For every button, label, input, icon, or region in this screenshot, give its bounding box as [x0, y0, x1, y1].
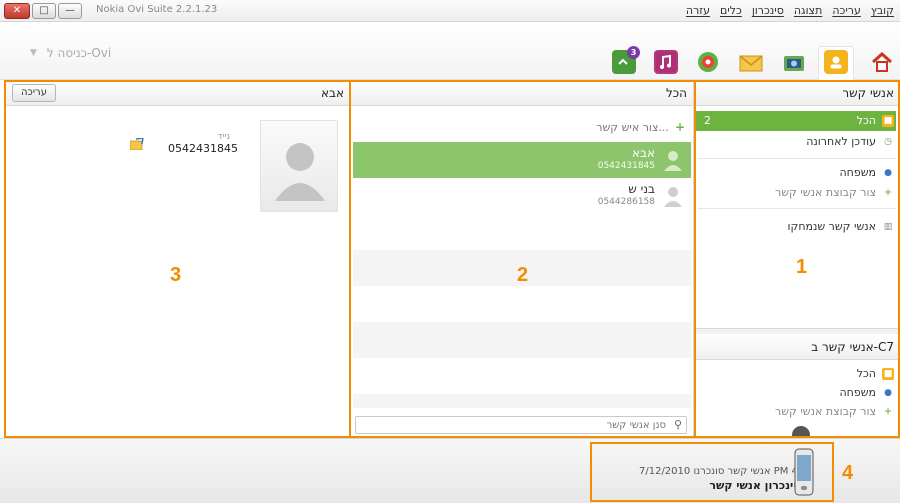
new-contact-label: צור איש קשר... — [596, 120, 669, 134]
empty-row — [353, 394, 691, 408]
contact-row[interactable]: אבא 0542431845 — [353, 142, 691, 178]
menu-edit[interactable]: עריכה — [832, 4, 861, 17]
nav-item-deleted[interactable]: ▥ אנשי קשר שנמחקו — [696, 217, 896, 237]
menu-file[interactable]: קובץ — [871, 4, 894, 17]
nav-item-label: עודכן לאחרונה — [806, 135, 876, 148]
title-bar: ✕ □ — Nokia Ovi Suite 2.2.1.23 קובץ עריכ… — [0, 0, 900, 22]
edit-button[interactable]: עריכה — [12, 84, 56, 102]
nav-item-recent[interactable]: ◷ עודכן לאחרונה — [696, 132, 896, 152]
ovi-login[interactable]: ▼ כניסה ל-Ovi — [30, 46, 111, 60]
maps-icon[interactable] — [696, 50, 720, 74]
menu-help[interactable]: עזרה — [686, 4, 710, 17]
divider — [698, 208, 896, 209]
menu-sync[interactable]: סינכרון — [752, 4, 784, 17]
scroll-down-icon[interactable] — [792, 426, 810, 436]
phone-number[interactable]: 0542431845 — [168, 142, 238, 155]
device-item-all[interactable]: ■ הכל — [696, 364, 896, 384]
music-icon[interactable] — [654, 50, 678, 74]
contacts-nav-panel: אנשי קשר ■ הכל 2 ◷ עודכן לאחרונה ● משפחה… — [694, 80, 900, 438]
contacts-icon: ■ — [882, 368, 894, 380]
nav-item-label: הכל — [856, 367, 876, 380]
device-item-family[interactable]: ● משפחה — [696, 383, 896, 403]
device-header: אנשי קשר ב-C7 — [694, 334, 900, 360]
contact-name: אבא — [632, 146, 655, 160]
nav-item-label: צור קבוצת אנשי קשר — [775, 186, 876, 199]
nav-item-label: הכל — [856, 114, 876, 127]
contact-name: בני ש — [628, 182, 655, 196]
filter-contacts-field[interactable]: ⚲ — [355, 416, 687, 434]
group-icon: ● — [884, 388, 892, 398]
home-icon[interactable] — [870, 50, 894, 74]
app-title: Nokia Ovi Suite 2.2.1.23 — [96, 4, 218, 15]
plus-icon: + — [674, 120, 685, 134]
create-group-button[interactable]: + צור קבוצת אנשי קשר — [696, 183, 896, 203]
list-header: הכל — [351, 80, 693, 106]
login-label: כניסה ל-Ovi — [46, 46, 112, 60]
updates-icon[interactable]: 3 — [612, 46, 640, 74]
annotation-3: 3 — [170, 264, 182, 286]
nav-item-count: 2 — [704, 114, 711, 127]
contacts-icon: ■ — [882, 115, 894, 127]
toolbar: ▼ כניסה ל-Ovi 3 — [0, 22, 900, 80]
nav-item-label: משפחה — [839, 386, 876, 399]
filter-contacts-input[interactable] — [356, 417, 686, 433]
search-icon: ⚲ — [673, 418, 682, 431]
divider — [698, 158, 896, 159]
contact-phone: 0542431845 — [597, 161, 655, 171]
group-icon: ● — [884, 168, 892, 178]
contact-phone: 0544286158 — [597, 197, 655, 207]
contact-row[interactable]: בני ש 0544286158 — [353, 178, 691, 214]
avatar — [275, 143, 325, 201]
nav-item-family[interactable]: ● משפחה — [696, 163, 896, 183]
empty-row — [353, 322, 691, 358]
device-create-group-button[interactable]: + צור קבוצת אנשי קשר — [696, 402, 896, 422]
close-button[interactable]: ✕ — [4, 3, 30, 19]
avatar — [664, 151, 682, 171]
contact-list-panel: הכל צור איש קשר... + אבא 0542431845 בני … — [350, 80, 694, 438]
nav-header: אנשי קשר — [694, 80, 900, 106]
sync-contacts-label: סינכרון אנשי קשר — [709, 479, 801, 492]
send-message-icon[interactable] — [130, 138, 144, 150]
trash-icon: ▥ — [883, 222, 893, 232]
photos-icon[interactable] — [782, 50, 806, 74]
minimize-button[interactable]: — — [58, 3, 82, 19]
contact-detail-panel: אבא עריכה נייד 0542431845 3 — [4, 80, 350, 438]
phone-device-icon — [794, 448, 814, 496]
nav-item-label: אנשי קשר שנמחקו — [787, 220, 876, 233]
new-contact-button[interactable]: צור איש קשר... + — [596, 120, 685, 134]
menu-bar: קובץ עריכה תצוגה סינכרון כלים עזרה — [686, 4, 894, 17]
nav-item-all[interactable]: ■ הכל 2 — [696, 111, 896, 131]
nav-item-label: משפחה — [839, 166, 876, 179]
avatar — [664, 187, 682, 207]
maximize-button[interactable]: □ — [32, 3, 56, 19]
plus-icon: + — [884, 188, 892, 198]
chevron-down-icon: ▼ — [30, 48, 37, 58]
menu-tools[interactable]: כלים — [720, 4, 742, 17]
phone-type-label: נייד — [217, 132, 230, 142]
annotation-1: 1 — [796, 256, 808, 278]
contact-photo — [260, 120, 338, 212]
annotation-4: 4 — [842, 462, 854, 484]
annotation-2: 2 — [517, 264, 529, 286]
sync-status: אנשי קשר סונכרנו 7/12/2010 PM 4:46 — [638, 466, 814, 477]
contacts-icon[interactable] — [824, 50, 848, 74]
nav-item-label: צור קבוצת אנשי קשר — [775, 405, 876, 418]
clock-icon: ◷ — [884, 137, 892, 147]
menu-view[interactable]: תצוגה — [794, 4, 822, 17]
plus-icon: + — [884, 407, 892, 417]
messages-icon[interactable] — [738, 50, 763, 74]
updates-badge: 3 — [627, 46, 640, 59]
